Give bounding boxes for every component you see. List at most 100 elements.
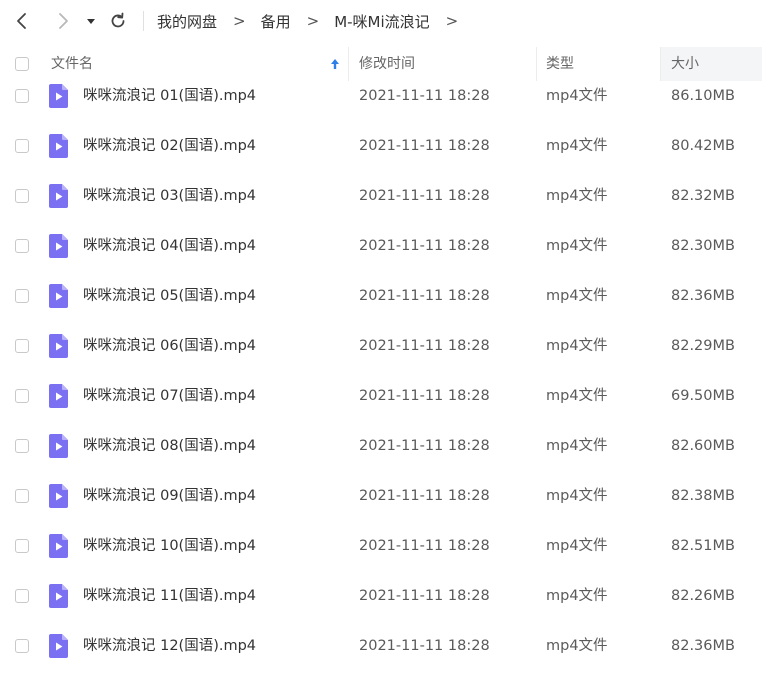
file-type: mp4文件 <box>546 638 608 654</box>
file-size: 82.32MB <box>671 188 735 204</box>
file-type: mp4文件 <box>546 488 608 504</box>
column-header-size[interactable]: 大小 <box>671 47 699 81</box>
column-header-type[interactable]: 类型 <box>546 47 574 81</box>
file-row[interactable]: 咪咪流浪记 06(国语).mp4 2021-11-11 18:28 mp4文件 82.… <box>0 331 762 381</box>
file-name[interactable]: 咪咪流浪记 07(国语).mp4 <box>83 381 256 411</box>
video-file-icon <box>49 434 68 458</box>
file-size: 82.38MB <box>671 488 735 504</box>
row-checkbox[interactable] <box>15 389 29 403</box>
breadcrumb-item-root[interactable]: 我的网盘 <box>157 11 217 32</box>
file-row[interactable]: 咪咪流浪记 04(国语).mp4 2021-11-11 18:28 mp4文件 82.… <box>0 231 762 281</box>
chevron-left-icon <box>17 13 26 29</box>
row-checkbox[interactable] <box>15 89 29 103</box>
file-row[interactable]: 咪咪流浪记 11(国语).mp4 2021-11-11 18:28 mp4文件 82.… <box>0 581 762 631</box>
video-file-icon <box>49 534 68 558</box>
row-checkbox[interactable] <box>15 339 29 353</box>
row-checkbox[interactable] <box>15 189 29 203</box>
toolbar-divider <box>143 11 144 31</box>
file-modified-time: 2021-11-11 18:28 <box>359 638 490 654</box>
forward-button[interactable] <box>53 11 73 31</box>
row-checkbox[interactable] <box>15 139 29 153</box>
history-dropdown-button[interactable] <box>84 11 98 31</box>
video-file-icon <box>49 84 68 108</box>
toolbar: 我的网盘 > 备用 > M-咪Mi流浪记 > <box>0 0 762 44</box>
file-size: 82.36MB <box>671 638 735 654</box>
file-size: 69.50MB <box>671 388 735 404</box>
file-size: 80.42MB <box>671 138 735 154</box>
refresh-icon <box>111 12 125 28</box>
column-divider[interactable] <box>536 47 537 81</box>
file-size: 82.30MB <box>671 238 735 254</box>
file-size: 82.60MB <box>671 438 735 454</box>
video-file-icon <box>49 384 68 408</box>
file-size: 82.51MB <box>671 538 735 554</box>
row-checkbox[interactable] <box>15 639 29 653</box>
file-name[interactable]: 咪咪流浪记 04(国语).mp4 <box>83 231 256 261</box>
file-modified-time: 2021-11-11 18:28 <box>359 538 490 554</box>
sort-ascending-icon[interactable] <box>329 56 341 72</box>
file-name[interactable]: 咪咪流浪记 09(国语).mp4 <box>83 481 256 511</box>
file-modified-time: 2021-11-11 18:28 <box>359 488 490 504</box>
column-header-name[interactable]: 文件名 <box>51 47 93 81</box>
file-row[interactable]: 咪咪流浪记 09(国语).mp4 2021-11-11 18:28 mp4文件 82.… <box>0 481 762 531</box>
file-name[interactable]: 咪咪流浪记 05(国语).mp4 <box>83 281 256 311</box>
file-type: mp4文件 <box>546 288 608 304</box>
breadcrumb: 我的网盘 > 备用 > M-咪Mi流浪记 > <box>157 11 473 31</box>
refresh-button[interactable] <box>108 11 128 31</box>
file-row[interactable]: 咪咪流浪记 08(国语).mp4 2021-11-11 18:28 mp4文件 82.… <box>0 431 762 481</box>
breadcrumb-separator[interactable]: > <box>446 12 459 30</box>
video-file-icon <box>49 334 68 358</box>
file-modified-time: 2021-11-11 18:28 <box>359 338 490 354</box>
file-row[interactable]: 咪咪流浪记 03(国语).mp4 2021-11-11 18:28 mp4文件 82.… <box>0 181 762 231</box>
file-name[interactable]: 咪咪流浪记 10(国语).mp4 <box>83 531 256 561</box>
file-row[interactable]: 咪咪流浪记 05(国语).mp4 2021-11-11 18:28 mp4文件 82.… <box>0 281 762 331</box>
row-checkbox[interactable] <box>15 489 29 503</box>
file-type: mp4文件 <box>546 388 608 404</box>
column-divider[interactable] <box>348 47 349 81</box>
file-type: mp4文件 <box>546 188 608 204</box>
file-modified-time: 2021-11-11 18:28 <box>359 588 490 604</box>
file-size: 82.29MB <box>671 338 735 354</box>
file-name[interactable]: 咪咪流浪记 02(国语).mp4 <box>83 131 256 161</box>
video-file-icon <box>49 584 68 608</box>
breadcrumb-item-backup[interactable]: 备用 <box>261 11 291 32</box>
file-modified-time: 2021-11-11 18:28 <box>359 238 490 254</box>
file-name[interactable]: 咪咪流浪记 08(国语).mp4 <box>83 431 256 461</box>
select-all-checkbox[interactable] <box>15 57 29 71</box>
video-file-icon <box>49 184 68 208</box>
file-row[interactable]: 咪咪流浪记 12(国语).mp4 2021-11-11 18:28 mp4文件 82.… <box>0 631 762 681</box>
file-name[interactable]: 咪咪流浪记 03(国语).mp4 <box>83 181 256 211</box>
file-type: mp4文件 <box>546 588 608 604</box>
file-row[interactable]: 咪咪流浪记 01(国语).mp4 2021-11-11 18:28 mp4文件 86.… <box>0 81 762 131</box>
file-name[interactable]: 咪咪流浪记 11(国语).mp4 <box>83 581 256 611</box>
column-divider[interactable] <box>660 47 661 81</box>
file-modified-time: 2021-11-11 18:28 <box>359 88 490 104</box>
file-row[interactable]: 咪咪流浪记 10(国语).mp4 2021-11-11 18:28 mp4文件 82.… <box>0 531 762 581</box>
video-file-icon <box>49 284 68 308</box>
file-type: mp4文件 <box>546 138 608 154</box>
row-checkbox[interactable] <box>15 589 29 603</box>
file-modified-time: 2021-11-11 18:28 <box>359 188 490 204</box>
file-type: mp4文件 <box>546 338 608 354</box>
chevron-right-icon <box>59 13 68 29</box>
file-row[interactable]: 咪咪流浪记 02(国语).mp4 2021-11-11 18:28 mp4文件 80.… <box>0 131 762 181</box>
file-row[interactable]: 咪咪流浪记 07(国语).mp4 2021-11-11 18:28 mp4文件 69.… <box>0 381 762 431</box>
row-checkbox[interactable] <box>15 439 29 453</box>
video-file-icon <box>49 134 68 158</box>
breadcrumb-item-current-folder[interactable]: M-咪Mi流浪记 <box>334 11 429 32</box>
row-checkbox[interactable] <box>15 539 29 553</box>
column-header-modified[interactable]: 修改时间 <box>359 47 415 81</box>
file-type: mp4文件 <box>546 88 608 104</box>
file-size: 82.26MB <box>671 588 735 604</box>
file-size: 82.36MB <box>671 288 735 304</box>
file-modified-time: 2021-11-11 18:28 <box>359 438 490 454</box>
file-type: mp4文件 <box>546 438 608 454</box>
file-name[interactable]: 咪咪流浪记 01(国语).mp4 <box>83 81 256 111</box>
file-name[interactable]: 咪咪流浪记 12(国语).mp4 <box>83 631 256 661</box>
file-modified-time: 2021-11-11 18:28 <box>359 138 490 154</box>
row-checkbox[interactable] <box>15 289 29 303</box>
back-button[interactable] <box>12 11 32 31</box>
file-name[interactable]: 咪咪流浪记 06(国语).mp4 <box>83 331 256 361</box>
row-checkbox[interactable] <box>15 239 29 253</box>
file-type: mp4文件 <box>546 238 608 254</box>
